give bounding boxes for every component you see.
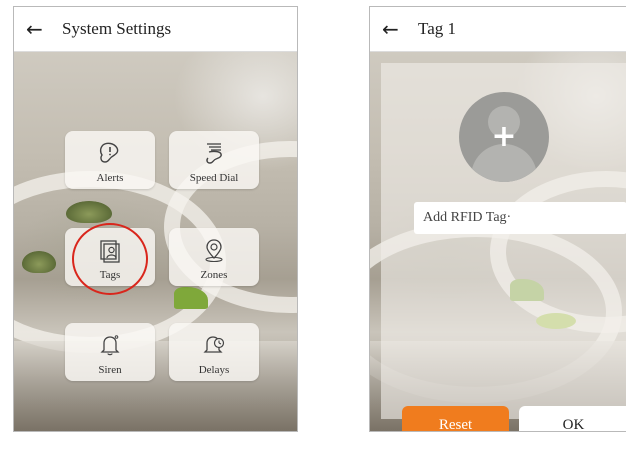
tags-highlight-circle — [72, 223, 148, 295]
siren-tile[interactable]: Siren — [65, 323, 155, 381]
reset-button[interactable]: Reset — [402, 406, 509, 431]
page-title: Tag 1 — [418, 19, 456, 38]
zones-tile[interactable]: Zones — [169, 228, 259, 286]
app-bar: ← System Settings — [14, 7, 297, 52]
speed-dial-tile[interactable]: Speed Dial — [169, 131, 259, 189]
tile-label: Siren — [98, 364, 122, 376]
tile-label: Zones — [200, 269, 228, 281]
alerts-icon — [99, 142, 119, 163]
delays-tile[interactable]: Delays — [169, 323, 259, 381]
app-bar: ← Tag 1 — [370, 7, 626, 52]
page-title: System Settings — [62, 19, 172, 38]
tile-label: Speed Dial — [189, 172, 239, 184]
rfid-field-label: Add RFID Tag· — [423, 210, 512, 225]
tile-label: Alerts — [96, 172, 124, 184]
ok-button[interactable]: OK — [519, 406, 626, 431]
back-arrow-icon[interactable]: ← — [26, 19, 48, 39]
siren-icon — [100, 335, 120, 356]
tag-detail-screen: ← Tag 1 + Add RFID Tag· Reset OK — [369, 6, 626, 432]
add-photo-plus-icon: + — [491, 119, 517, 154]
back-arrow-icon[interactable]: ← — [382, 19, 404, 39]
tile-label: Delays — [198, 364, 230, 376]
speed-dial-icon — [206, 143, 222, 164]
tag-photo-avatar[interactable]: + — [459, 92, 549, 182]
alerts-tile[interactable]: Alerts — [65, 131, 155, 189]
add-rfid-tag-field[interactable]: Add RFID Tag· — [414, 202, 626, 234]
delays-icon — [203, 336, 225, 353]
zones-icon — [205, 239, 223, 263]
system-settings-screen: ← System Settings Alerts Speed Dial Tags — [13, 6, 298, 432]
